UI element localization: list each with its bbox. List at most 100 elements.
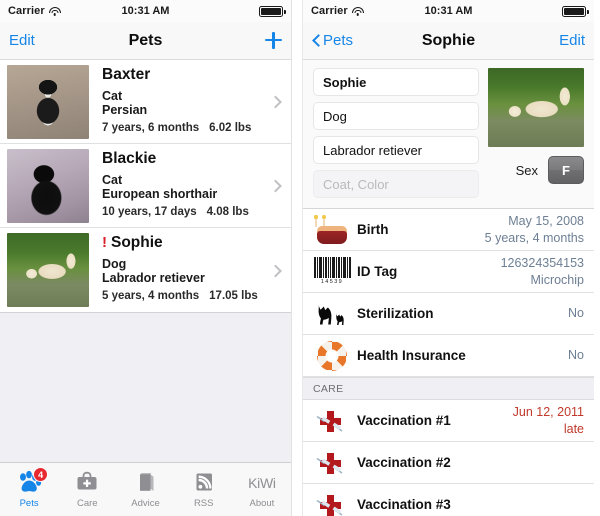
pet-detail-screen: Carrier 10:31 AM Pets Sophie Edit Sophie… (302, 0, 594, 516)
alert-exclamation-icon: ! (102, 234, 107, 251)
row-value-line1: Jun 12, 2011 (512, 405, 584, 420)
birthday-cake-icon (314, 214, 349, 244)
pet-name: Blackie (102, 150, 291, 168)
pet-age: 10 years, 17 days (102, 206, 197, 218)
dual-screenshot-stage: Carrier 10:31 AM Edit Pets Baxter Cat Pe… (0, 0, 600, 516)
row-value-line1: May 15, 2008 (508, 214, 584, 229)
pet-form-fields: Sophie Dog Labrador retiever Coat, Color (313, 68, 479, 198)
tab-advice[interactable]: Advice (116, 463, 174, 516)
care-row-vaccination-2[interactable]: Vaccination #2 (303, 442, 594, 484)
row-icon (311, 300, 353, 328)
pet-species: Cat (102, 173, 123, 187)
navigation-bar: Pets Sophie Edit (303, 22, 594, 60)
info-row-birth[interactable]: Birth May 15, 2008 5 years, 4 months (303, 209, 594, 251)
row-value-line2: 5 years, 4 months (484, 230, 584, 245)
pet-breed: European shorthair (102, 187, 218, 201)
care-list: Vaccination #1 Jun 12, 2011 late Vaccina… (303, 400, 594, 516)
info-row-health-insurance[interactable]: Health Insurance No (303, 335, 594, 377)
battery-icon (562, 5, 589, 17)
row-icon (311, 407, 353, 435)
table-row[interactable]: ! Sophie Dog Labrador retiever 5 years, … (0, 228, 291, 312)
tab-care[interactable]: Care (58, 463, 116, 516)
tab-label: Care (77, 498, 98, 509)
sex-toggle-button[interactable]: F (548, 156, 584, 184)
row-value-line1: No (568, 348, 584, 363)
row-icon (311, 340, 353, 371)
page-title: Pets (128, 31, 163, 49)
back-button-label: Pets (323, 32, 354, 49)
pet-name: Baxter (102, 66, 291, 84)
name-field[interactable]: Sophie (313, 68, 479, 96)
chevron-right-icon (271, 264, 279, 277)
pet-age: 5 years, 4 months (102, 290, 200, 302)
status-bar: Carrier 10:31 AM (0, 0, 291, 22)
row-value: No (568, 347, 584, 363)
tab-pets[interactable]: 4 Pets (0, 463, 58, 516)
add-pet-button[interactable] (265, 32, 282, 49)
row-label: Vaccination #2 (357, 454, 451, 470)
pet-age: 7 years, 6 months (102, 122, 200, 134)
care-row-vaccination-3[interactable]: Vaccination #3 (303, 484, 594, 516)
row-value: 126324354153 Microchip (501, 255, 584, 288)
book-icon (132, 470, 160, 496)
wifi-icon (48, 6, 61, 16)
wifi-icon (351, 6, 364, 16)
species-field[interactable]: Dog (313, 102, 479, 130)
pet-species: Dog (102, 257, 127, 271)
tab-label: About (249, 498, 275, 509)
pet-name-text: Baxter (102, 66, 151, 83)
chevron-right-icon (271, 95, 279, 108)
status-bar-right (259, 5, 286, 17)
table-row[interactable]: Baxter Cat Persian 7 years, 6 months 6.0… (0, 60, 291, 144)
pet-weight: 4.08 lbs (206, 206, 249, 218)
edit-button[interactable]: Edit (9, 32, 35, 49)
pet-info: ! Sophie Dog Labrador retiever 5 years, … (89, 233, 291, 307)
pet-name-text: Sophie (111, 234, 163, 251)
pets-list: Baxter Cat Persian 7 years, 6 months 6.0… (0, 60, 291, 313)
row-value: Jun 12, 2011 late (513, 404, 584, 437)
kiwi-logo-text: KiWi (248, 475, 276, 491)
row-value-line2: Microchip (530, 272, 585, 287)
status-bar: Carrier 10:31 AM (303, 0, 594, 22)
tab-label: RSS (193, 498, 214, 509)
table-row[interactable]: Blackie Cat European shorthair 10 years,… (0, 144, 291, 228)
pet-photo[interactable] (488, 68, 584, 147)
pet-breed: Persian (102, 103, 148, 117)
breed-field[interactable]: Labrador retiever (313, 136, 479, 164)
back-to-pets-button[interactable]: Pets (312, 32, 353, 49)
pet-photo-thumbnail (7, 65, 89, 139)
pet-meta: 10 years, 17 days 4.08 lbs (102, 206, 291, 218)
care-row-vaccination-1[interactable]: Vaccination #1 Jun 12, 2011 late (303, 400, 594, 442)
chevron-right-icon (271, 179, 279, 192)
rss-icon (190, 470, 218, 496)
plus-icon (265, 32, 282, 49)
pet-breed: Labrador retiever (102, 271, 205, 285)
tab-label: Pets (19, 498, 39, 509)
row-icon (311, 449, 353, 477)
row-label: Health Insurance (357, 347, 466, 363)
pet-weight: 17.05 lbs (209, 290, 258, 302)
pets-list-screen: Carrier 10:31 AM Edit Pets Baxter Cat Pe… (0, 0, 292, 516)
pet-form-card: Sophie Dog Labrador retiever Coat, Color… (303, 60, 594, 209)
row-label: Birth (357, 221, 389, 237)
coat-color-field[interactable]: Coat, Color (313, 170, 479, 198)
edit-button[interactable]: Edit (559, 32, 585, 49)
paw-icon: 4 (15, 467, 49, 496)
tab-about[interactable]: KiWi About (233, 463, 291, 516)
row-value-line1: 126324354153 (500, 256, 584, 271)
row-value-line2: late (563, 421, 584, 436)
cat-and-kitten-icon (313, 300, 351, 328)
medical-bag-icon (73, 470, 101, 496)
chevron-left-icon (312, 33, 321, 48)
info-row-id-tag[interactable]: 14539 ID Tag 126324354153 Microchip (303, 251, 594, 293)
row-label: Vaccination #3 (357, 496, 451, 512)
tab-rss[interactable]: RSS (175, 463, 233, 516)
row-icon: 14539 (311, 256, 353, 287)
pet-meta: 7 years, 6 months 6.02 lbs (102, 122, 291, 134)
pet-name: ! Sophie (102, 234, 291, 252)
barcode-number: 14539 (320, 278, 344, 285)
pet-photo-thumbnail (7, 149, 89, 223)
info-row-sterilization[interactable]: Sterilization No (303, 293, 594, 335)
tab-label: Advice (131, 498, 160, 509)
carrier-label: Carrier (311, 5, 348, 17)
